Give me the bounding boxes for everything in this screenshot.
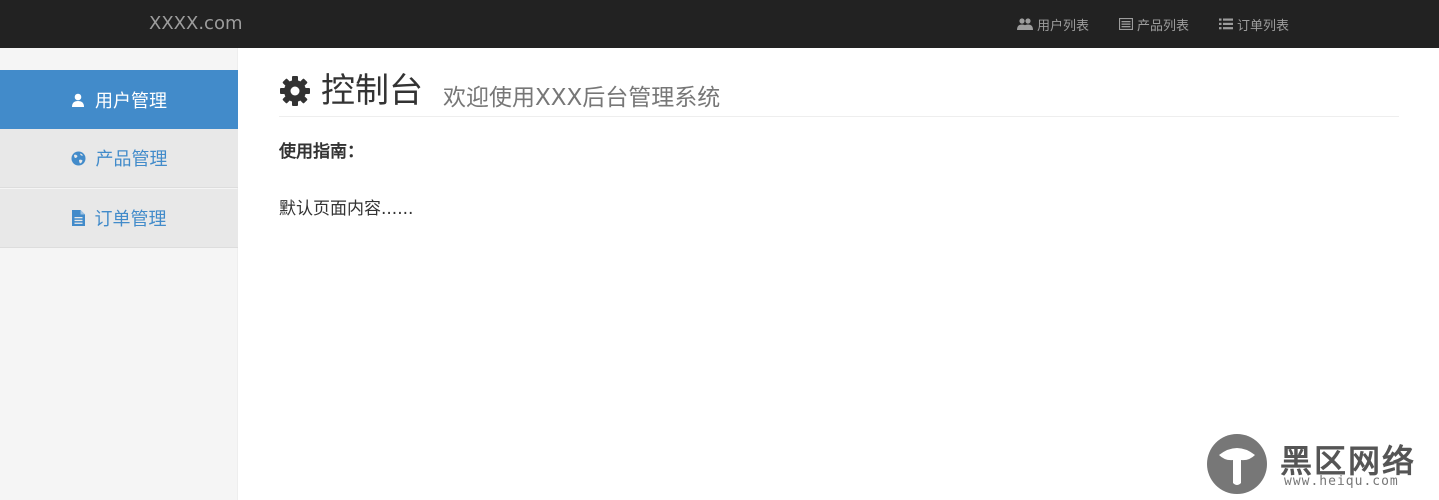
- page-subtitle: 欢迎使用XXX后台管理系统: [443, 85, 721, 111]
- page-title: 控制台 欢迎使用XXX后台管理系统: [279, 70, 720, 112]
- page-header: 控制台 欢迎使用XXX后台管理系统: [279, 66, 1399, 117]
- top-nav-links: 用户列表 产品列表 订单列表: [987, 0, 1289, 48]
- list-icon: [1218, 18, 1233, 30]
- nav-link-label: 用户列表: [1036, 18, 1089, 34]
- default-content-text: 默认页面内容......: [279, 199, 414, 219]
- nav-link-order-list[interactable]: 订单列表: [1218, 15, 1289, 34]
- nav-link-label: 订单列表: [1236, 18, 1289, 34]
- watermark-url: www.heiqu.com: [1284, 474, 1399, 489]
- nav-link-user-list[interactable]: 用户列表: [1016, 15, 1089, 34]
- brand-link[interactable]: XXXX.com: [149, 13, 243, 35]
- sidebar-item-order-management[interactable]: 订单管理: [0, 189, 238, 248]
- guide-title: 使用指南：: [279, 142, 364, 162]
- sidebar-item-label: 订单管理: [94, 209, 167, 230]
- sidebar-item-product-management[interactable]: 产品管理: [0, 129, 238, 188]
- top-navbar: XXXX.com 用户列表 产品列表 订单列表: [0, 0, 1439, 48]
- gear-icon: [280, 76, 310, 106]
- sidebar-item-label: 产品管理: [95, 149, 168, 170]
- list-alt-icon: [1118, 18, 1133, 30]
- nav-link-product-list[interactable]: 产品列表: [1118, 15, 1189, 34]
- users-icon: [1016, 18, 1033, 30]
- sidebar: 用户管理 产品管理 订单管理: [0, 48, 238, 500]
- sidebar-item-label: 用户管理: [95, 90, 167, 112]
- nav-link-label: 产品列表: [1136, 18, 1189, 34]
- globe-icon: [71, 151, 85, 165]
- sidebar-item-user-management[interactable]: 用户管理: [0, 70, 238, 129]
- page-title-text: 控制台: [321, 71, 423, 111]
- file-icon: [71, 210, 85, 226]
- user-icon: [72, 93, 84, 107]
